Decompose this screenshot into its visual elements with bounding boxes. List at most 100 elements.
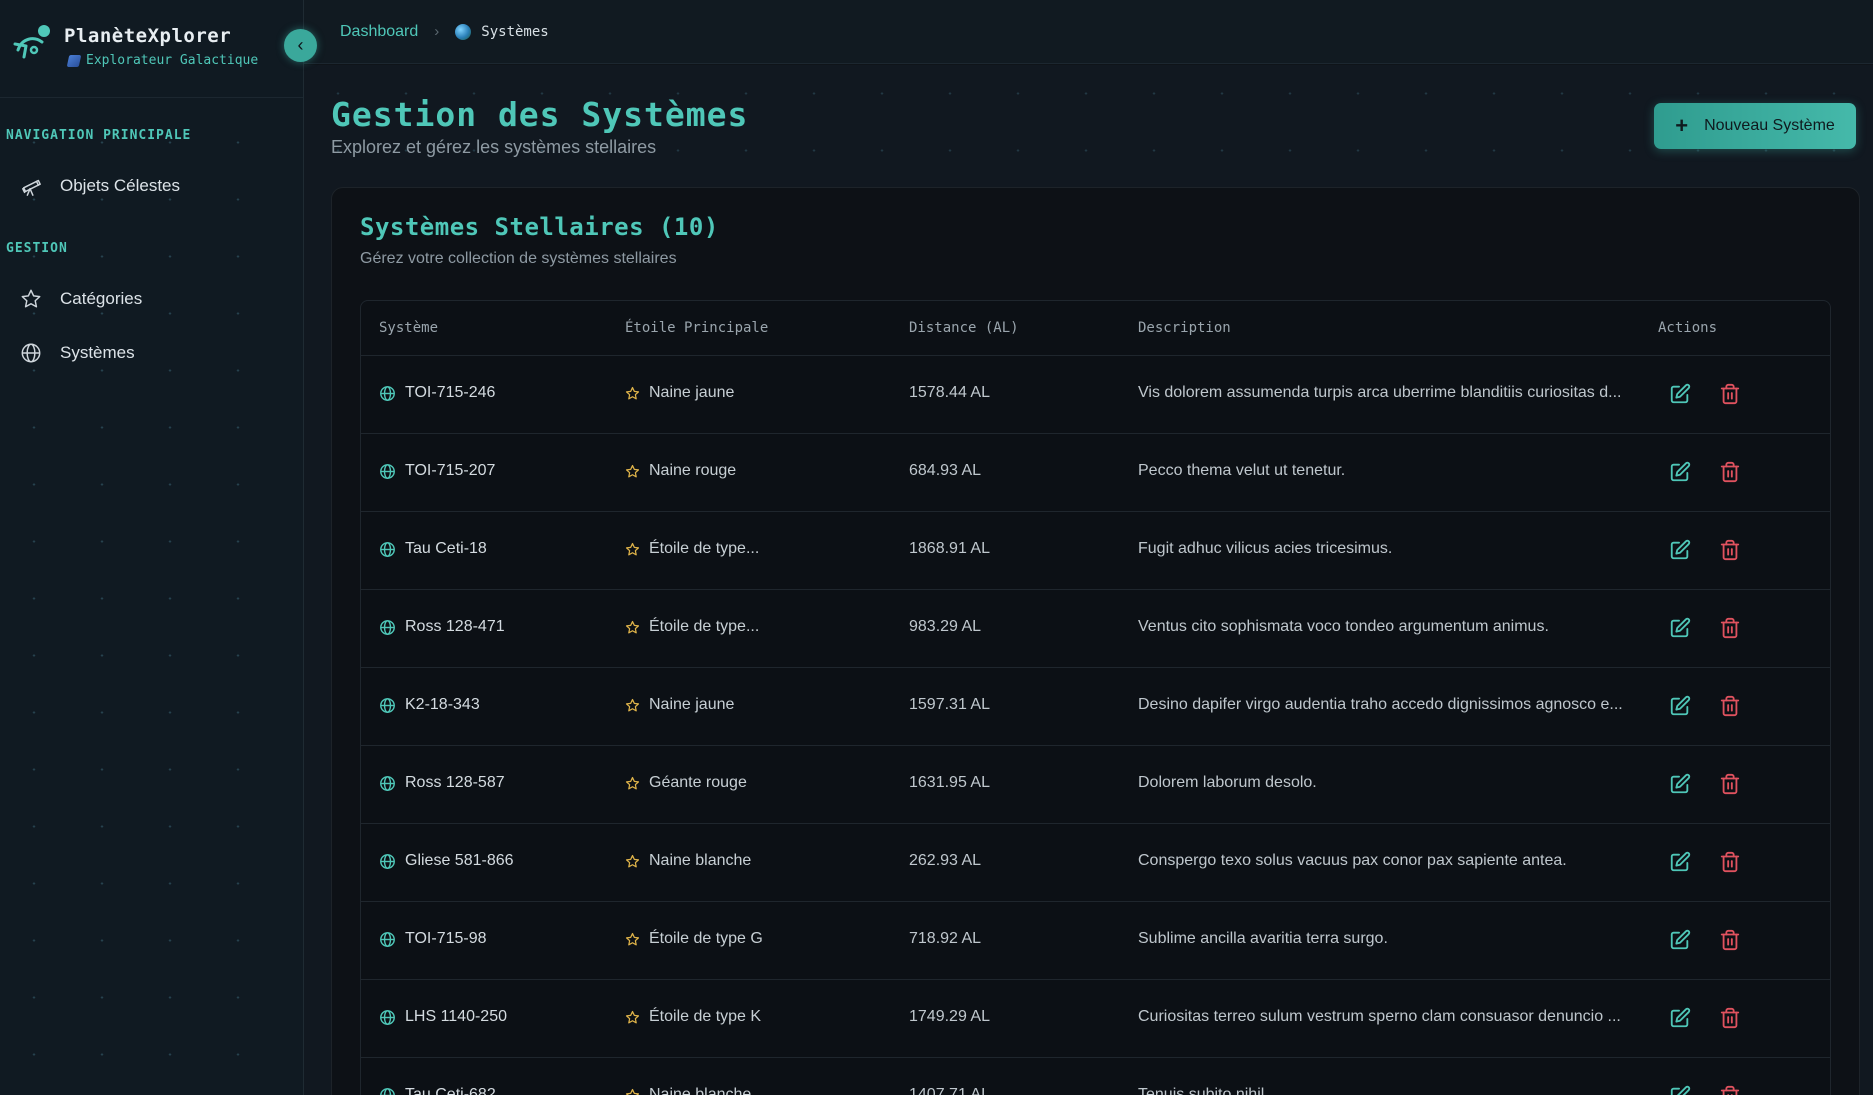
breadcrumb-dashboard-link[interactable]: Dashboard (340, 23, 418, 41)
delete-button[interactable] (1719, 383, 1741, 405)
delete-button[interactable] (1719, 1085, 1741, 1095)
star-type: Naine jaune (649, 696, 735, 713)
star-type: Étoile de type... (649, 618, 760, 635)
collapse-sidebar-button[interactable]: ‹ (284, 29, 317, 62)
distance-cell: 684.93 AL (909, 462, 982, 479)
column-header-systeme[interactable]: Système (379, 320, 438, 336)
system-name: TOI-715-207 (405, 462, 496, 479)
edit-button[interactable] (1669, 1007, 1691, 1029)
brand-subtitle-text: Explorateur Galactique (86, 53, 259, 68)
trash-icon (1719, 851, 1741, 877)
system-name: TOI-715-246 (405, 384, 496, 401)
column-header-etoile[interactable]: Étoile Principale (625, 320, 768, 336)
edit-button[interactable] (1669, 695, 1691, 717)
edit-button[interactable] (1669, 383, 1691, 405)
systems-card: Systèmes Stellaires (10) Gérez votre col… (331, 187, 1860, 1095)
plus-icon: + (1675, 113, 1689, 138)
star-type: Naine blanche (649, 852, 752, 869)
system-name: Tau Ceti-18 (405, 540, 487, 557)
star-icon (625, 620, 640, 633)
edit-button[interactable] (1669, 773, 1691, 795)
delete-button[interactable] (1719, 539, 1741, 561)
table-row: LHS 1140-250 Étoile de type K 1749.29 AL Cu… (361, 980, 1830, 1058)
chevron-left-icon: ‹ (297, 35, 304, 55)
delete-button[interactable] (1719, 617, 1741, 639)
delete-button[interactable] (1719, 773, 1741, 795)
edit-button[interactable] (1669, 461, 1691, 483)
globe-icon (380, 385, 395, 401)
new-system-button-label: Nouveau Système (1704, 117, 1835, 134)
trash-icon (1719, 383, 1741, 409)
system-cell: Tau Ceti-682 (379, 1086, 496, 1095)
star-cell: Naine jaune (625, 384, 734, 402)
star-cell: Naine blanche (625, 852, 751, 870)
edit-icon (1669, 1007, 1691, 1033)
edit-button[interactable] (1669, 929, 1691, 951)
trash-icon (1719, 773, 1741, 799)
logo-icon (13, 25, 50, 59)
delete-button[interactable] (1719, 851, 1741, 873)
edit-button[interactable] (1669, 539, 1691, 561)
star-icon (625, 932, 640, 945)
delete-button[interactable] (1719, 695, 1741, 717)
table-body: TOI-715-246 Naine jaune 1578.44 AL Vis dolo… (361, 356, 1830, 1095)
trash-icon (1719, 695, 1741, 721)
star-icon (625, 542, 640, 555)
star-icon (625, 854, 640, 867)
system-cell: Gliese 581-866 (379, 852, 514, 870)
globe-icon (380, 619, 395, 635)
system-name: Gliese 581-866 (405, 852, 514, 869)
star-icon (625, 386, 640, 399)
nav-section-title-main: NAVIGATION PRINCIPALE (6, 128, 192, 143)
system-cell: Ross 128-471 (379, 618, 505, 636)
system-name: Ross 128-587 (405, 774, 505, 791)
trash-icon (1719, 539, 1741, 565)
delete-button[interactable] (1719, 1007, 1741, 1029)
star-type: Étoile de type... (649, 540, 760, 557)
column-header-distance[interactable]: Distance (AL) (909, 320, 1019, 336)
new-system-button[interactable]: + Nouveau Système (1654, 103, 1856, 149)
edit-button[interactable] (1669, 851, 1691, 873)
star-type: Étoile de type G (649, 930, 763, 947)
star-type: Naine rouge (649, 462, 737, 479)
star-icon (625, 1010, 640, 1023)
trash-icon (1719, 929, 1741, 955)
card-subtitle: Gérez votre collection de systèmes stell… (360, 250, 677, 267)
table-header: Système Étoile Principale Distance (AL) … (361, 301, 1830, 356)
edit-icon (1669, 617, 1691, 643)
nav-section-title-gestion: GESTION (6, 241, 68, 256)
globe-icon (380, 1009, 395, 1025)
trash-icon (1719, 1007, 1741, 1033)
description-cell: Dolorem laborum desolo. (1138, 774, 1317, 791)
sidebar-item-systemes[interactable]: Systèmes (20, 333, 280, 373)
edit-icon (1669, 929, 1691, 955)
table-row: K2-18-343 Naine jaune 1597.31 AL Desino dap… (361, 668, 1830, 746)
distance-cell: 1631.95 AL (909, 774, 990, 791)
trash-icon (1719, 461, 1741, 487)
telescope-icon (22, 179, 41, 196)
star-icon (625, 1088, 640, 1095)
star-cell: Étoile de type... (625, 540, 759, 558)
sidebar: PlanèteXplorer Explorateur Galactique NA… (0, 0, 304, 1095)
description-cell: Tenuis subito nihil. (1138, 1086, 1269, 1095)
globe-icon (380, 697, 395, 713)
sidebar-item-label: Catégories (60, 289, 143, 308)
systems-table: Système Étoile Principale Distance (AL) … (360, 300, 1831, 1095)
sidebar-item-objets-celestes[interactable]: Objets Célestes (20, 166, 280, 206)
edit-button[interactable] (1669, 617, 1691, 639)
star-cell: Naine jaune (625, 696, 734, 714)
planet-icon (455, 23, 472, 40)
column-header-description[interactable]: Description (1138, 320, 1231, 336)
edit-icon (1669, 461, 1691, 487)
sidebar-item-categories[interactable]: Catégories (20, 279, 280, 319)
edit-icon (1669, 851, 1691, 877)
edit-button[interactable] (1669, 1085, 1691, 1095)
breadcrumb-current: Systèmes (481, 23, 549, 40)
star-type: Naine blanche (649, 1086, 752, 1095)
globe-icon (380, 775, 395, 791)
rocket-icon (66, 54, 82, 67)
star-cell: Géante rouge (625, 774, 747, 792)
globe-icon (380, 853, 395, 869)
delete-button[interactable] (1719, 929, 1741, 951)
delete-button[interactable] (1719, 461, 1741, 483)
